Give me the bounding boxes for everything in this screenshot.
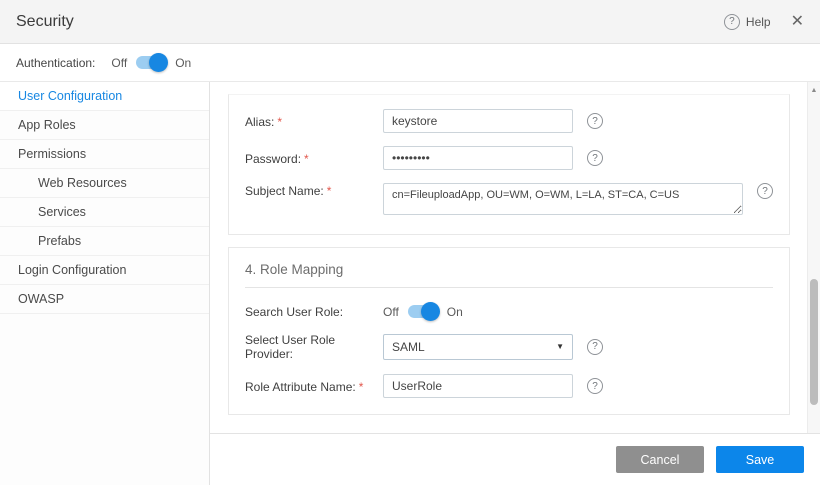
role-attribute-help-icon[interactable]: ? [587, 378, 603, 394]
save-button[interactable]: Save [716, 446, 804, 473]
body: User Configuration App Roles Permissions… [0, 82, 820, 485]
sidebar-item-prefabs[interactable]: Prefabs [0, 227, 209, 256]
help-icon[interactable]: ? [724, 14, 740, 30]
search-user-role-toggle[interactable]: Off On [383, 305, 463, 319]
role-provider-help-icon[interactable]: ? [587, 339, 603, 355]
footer-actions: Cancel Save [210, 433, 820, 485]
search-user-role-knob[interactable] [421, 302, 440, 321]
role-provider-selected-value: SAML [392, 340, 425, 354]
password-required-marker: * [304, 152, 309, 166]
password-help-icon[interactable]: ? [587, 150, 603, 166]
sidebar: User Configuration App Roles Permissions… [0, 82, 210, 485]
scrollbar-up-arrow-icon[interactable]: ▲ [808, 84, 820, 96]
role-attribute-required-marker: * [359, 380, 364, 394]
titlebar-actions: ? Help ✕ [724, 14, 804, 30]
password-field-row: Password:* ? [245, 146, 773, 170]
alias-help-icon[interactable]: ? [587, 113, 603, 129]
role-attribute-label-text: Role Attribute Name: [245, 380, 356, 394]
toggle-knob[interactable] [149, 53, 168, 72]
toggle-off-label: Off [111, 56, 127, 70]
search-user-role-row: Search User Role: Off On [245, 304, 773, 319]
alias-field-row: Alias:* ? [245, 109, 773, 133]
close-icon[interactable]: ✕ [791, 14, 804, 30]
subject-name-help-icon[interactable]: ? [757, 183, 773, 199]
role-provider-select[interactable]: SAML ▼ [383, 334, 573, 360]
keystore-group: Alias:* ? Password:* ? S [228, 94, 790, 235]
alias-required-marker: * [277, 115, 282, 129]
password-label: Password:* [245, 151, 383, 166]
chevron-down-icon: ▼ [556, 342, 564, 351]
role-provider-label: Select User Role Provider: [245, 332, 383, 361]
subject-name-label-text: Subject Name: [245, 184, 324, 198]
alias-label: Alias:* [245, 114, 383, 129]
sidebar-item-login-configuration[interactable]: Login Configuration [0, 256, 209, 285]
search-user-role-switch[interactable] [408, 305, 438, 318]
content-pane: Alias:* ? Password:* ? S [210, 82, 820, 485]
authentication-label: Authentication: [16, 56, 95, 70]
sidebar-item-services[interactable]: Services [0, 198, 209, 227]
role-attribute-row: Role Attribute Name:* ? [245, 374, 773, 398]
alias-label-text: Alias: [245, 115, 274, 129]
scroll-area: Alias:* ? Password:* ? S [210, 82, 820, 433]
password-label-text: Password: [245, 152, 301, 166]
cancel-button[interactable]: Cancel [616, 446, 704, 473]
alias-input[interactable] [383, 109, 573, 133]
subject-name-label: Subject Name:* [245, 183, 383, 198]
search-user-role-on-label: On [447, 305, 463, 319]
role-attribute-input[interactable] [383, 374, 573, 398]
search-user-role-label: Search User Role: [245, 304, 383, 319]
security-window: Security ? Help ✕ Authentication: Off On… [0, 0, 820, 485]
page-title: Security [16, 13, 74, 31]
role-attribute-label: Role Attribute Name:* [245, 379, 383, 394]
toggle-on-label: On [175, 56, 191, 70]
help-link[interactable]: Help [746, 15, 771, 29]
search-user-role-off-label: Off [383, 305, 399, 319]
toggle-switch[interactable] [136, 56, 166, 69]
authentication-row: Authentication: Off On [0, 44, 820, 82]
subject-name-required-marker: * [327, 184, 332, 198]
content-scrollbar[interactable]: ▲ [807, 82, 820, 433]
sidebar-item-user-configuration[interactable]: User Configuration [0, 82, 209, 111]
subject-name-field-row: Subject Name:* cn=FileuploadApp, OU=WM, … [245, 183, 773, 215]
sidebar-item-app-roles[interactable]: App Roles [0, 111, 209, 140]
sidebar-item-owasp[interactable]: OWASP [0, 285, 209, 314]
scrollbar-thumb[interactable] [810, 279, 818, 405]
role-provider-row: Select User Role Provider: SAML ▼ ? [245, 332, 773, 361]
sidebar-item-web-resources[interactable]: Web Resources [0, 169, 209, 198]
authentication-toggle[interactable]: Off On [111, 56, 191, 70]
password-input[interactable] [383, 146, 573, 170]
titlebar: Security ? Help ✕ [0, 0, 820, 44]
role-mapping-group: 4. Role Mapping Search User Role: Off On… [228, 247, 790, 415]
role-mapping-section-title: 4. Role Mapping [245, 262, 773, 288]
sidebar-item-permissions[interactable]: Permissions [0, 140, 209, 169]
subject-name-textarea[interactable]: cn=FileuploadApp, OU=WM, O=WM, L=LA, ST=… [383, 183, 743, 215]
